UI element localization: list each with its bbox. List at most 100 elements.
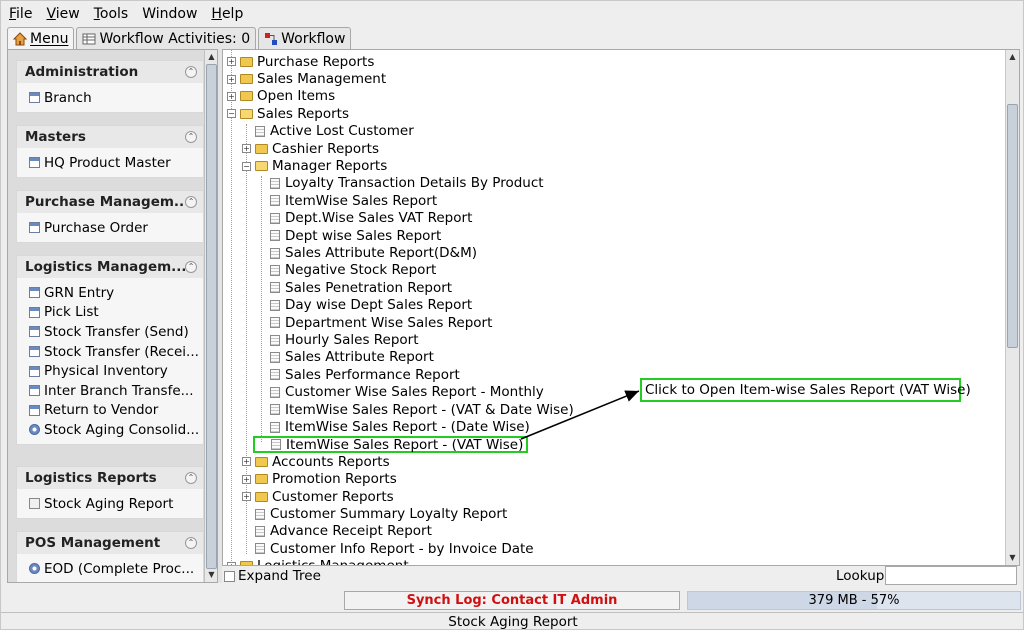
report-file-icon [270,195,280,207]
tree-row[interactable]: +Logistics Management [227,558,409,565]
sidebar-group-header[interactable]: Purchase Managem... ⌃ [17,191,203,213]
sidebar-item[interactable]: HQ Product Master [17,153,203,173]
folder-open-icon [255,161,268,172]
expand-node-icon[interactable]: + [242,144,251,154]
tree-row[interactable]: Negative Stock Report [257,262,436,279]
tree-row[interactable]: ItemWise Sales Report - (VAT & Date Wise… [257,401,574,418]
sidebar-item[interactable]: POS [17,579,203,582]
sidebar-item-label: GRN Entry [44,284,115,301]
tree-row-label: Manager Reports [272,158,388,175]
sidebar-item[interactable]: Inter Branch Transfe... [17,381,203,401]
sidebar-item-label: Pick List [44,304,99,321]
collapse-icon[interactable]: ⌃ [185,131,197,143]
memory-indicator[interactable]: 379 MB - 57% [687,591,1021,610]
menu-file[interactable]: File [9,6,32,22]
sidebar-item[interactable]: Return to Vendor [17,401,203,421]
collapse-icon[interactable]: ⌃ [185,66,197,78]
tree-row[interactable]: Day wise Dept Sales Report [257,297,472,314]
collapse-icon[interactable]: ⌃ [185,196,197,208]
tree-row[interactable]: + Promotion Reports [242,471,397,488]
tree-row[interactable]: Dept wise Sales Report [257,227,441,244]
tree-row[interactable]: Advance Receipt Report [242,523,432,540]
sidebar-item[interactable]: Pick List [17,303,203,323]
tree-row[interactable]: Dept.Wise Sales VAT Report [257,210,472,227]
sidebar-item[interactable]: Stock Aging Report [17,494,203,514]
sidebar-item[interactable]: EOD (Complete Proc... [17,559,203,579]
collapse-icon[interactable]: ⌃ [185,261,197,273]
sidebar-item[interactable]: Stock Transfer (Recei... [17,342,203,362]
tree-scrollbar[interactable]: ▲ ▼ [1005,50,1019,565]
sidebar-item[interactable]: Stock Transfer (Send) [17,322,203,342]
expand-node-icon[interactable]: + [227,74,236,84]
sidebar-group-header[interactable]: Logistics Reports ⌃ [17,467,203,489]
sidebar-item[interactable]: GRN Entry [17,283,203,303]
sidebar-group-title: POS Management [25,535,161,551]
scroll-down-icon[interactable]: ▼ [1007,552,1018,564]
tree-row[interactable]: Customer Wise Sales Report - Monthly [257,384,544,401]
report-file-icon [270,404,280,416]
report-file-icon [271,438,281,450]
scroll-up-icon[interactable]: ▲ [206,51,217,63]
collapse-icon[interactable]: ⌃ [185,472,197,484]
sidebar-group-header[interactable]: Masters ⌃ [17,126,203,148]
sidebar-scrollbar[interactable]: ▲ ▼ [204,50,217,582]
expand-node-icon[interactable]: + [242,474,251,484]
tree-row[interactable]: Customer Info Report - by Invoice Date [242,540,534,557]
tree-row[interactable]: ItemWise Sales Report [257,192,437,209]
sidebar-group-header[interactable]: Logistics Managem... ⌃ [17,256,203,278]
sidebar-item[interactable]: Branch [17,88,203,108]
menu-help[interactable]: Help [211,6,243,22]
scroll-up-icon[interactable]: ▲ [1007,51,1018,63]
menu-tools[interactable]: Tools [94,6,129,22]
tree-row[interactable]: + Sales Management [227,70,386,87]
report-file-icon [270,177,280,189]
collapse-node-icon[interactable]: − [227,109,236,119]
tree-row[interactable]: Active Lost Customer [242,123,414,140]
tree-row[interactable]: Department Wise Sales Report [257,314,492,331]
tree-row[interactable]: Sales Performance Report [257,366,460,383]
sidebar-group-1: Masters ⌃ HQ Product Master [16,125,204,178]
expand-node-icon[interactable]: + [242,457,251,467]
sidebar-group-header[interactable]: POS Management ⌃ [17,532,203,554]
tree-row[interactable]: Sales Attribute Report(D&M) [257,244,477,261]
lookup-input[interactable] [885,566,1017,585]
tab-workflow[interactable]: Workflow [258,27,352,49]
scroll-down-icon[interactable]: ▼ [206,569,217,581]
tree-row[interactable]: Hourly Sales Report [257,331,419,348]
tree-row-label: Purchase Reports [257,53,375,70]
expand-node-icon[interactable]: + [242,492,251,502]
tree-row-label: Negative Stock Report [285,262,437,279]
expand-tree-label[interactable]: Expand Tree [238,568,321,584]
collapse-icon[interactable]: ⌃ [185,537,197,549]
menu-view[interactable]: View [46,6,79,22]
tree-row[interactable]: + Customer Reports [242,488,394,505]
expand-node-icon[interactable]: + [227,91,236,101]
tree-row[interactable]: Sales Attribute Report [257,349,434,366]
expand-tree-checkbox[interactable] [224,570,235,582]
tree-row[interactable]: + Cashier Reports [242,140,379,157]
tree-row[interactable]: ItemWise Sales Report - (Date Wise) [257,418,530,435]
tree-scroll-thumb[interactable] [1007,104,1018,348]
tree-row[interactable]: + Purchase Reports [227,53,374,70]
sidebar-item[interactable]: Stock Aging Consolid... [17,420,203,440]
menu-window[interactable]: Window [142,6,197,22]
report-file-icon [270,230,280,242]
sidebar-group-header[interactable]: Administration ⌃ [17,61,203,83]
tab-menu[interactable]: Menu [7,27,75,49]
sidebar-item[interactable]: Physical Inventory [17,361,203,381]
tree-row[interactable]: − Sales Reports [227,105,349,122]
tree-row[interactable]: Customer Summary Loyalty Report [242,505,507,522]
sidebar-item[interactable]: Purchase Order [17,218,203,238]
synch-log-button[interactable]: Synch Log: Contact IT Admin [344,591,680,610]
collapse-node-icon[interactable]: − [242,161,251,171]
tree-row[interactable]: + Accounts Reports [242,453,390,470]
tab-workflow-activities[interactable]: Workflow Activities: 0 [76,27,257,49]
tree-row-highlighted[interactable]: ItemWise Sales Report - (VAT Wise) [253,435,529,454]
tree-row[interactable]: − Manager Reports [242,157,387,174]
tree-row[interactable]: + Open Items [227,88,335,105]
tree-row[interactable]: Sales Penetration Report [257,279,452,296]
expand-node-icon[interactable]: + [227,57,236,67]
tree-row[interactable]: Loyalty Transaction Details By Product [257,175,544,192]
folder-icon [240,56,253,67]
sidebar-scroll-thumb[interactable] [206,64,217,569]
